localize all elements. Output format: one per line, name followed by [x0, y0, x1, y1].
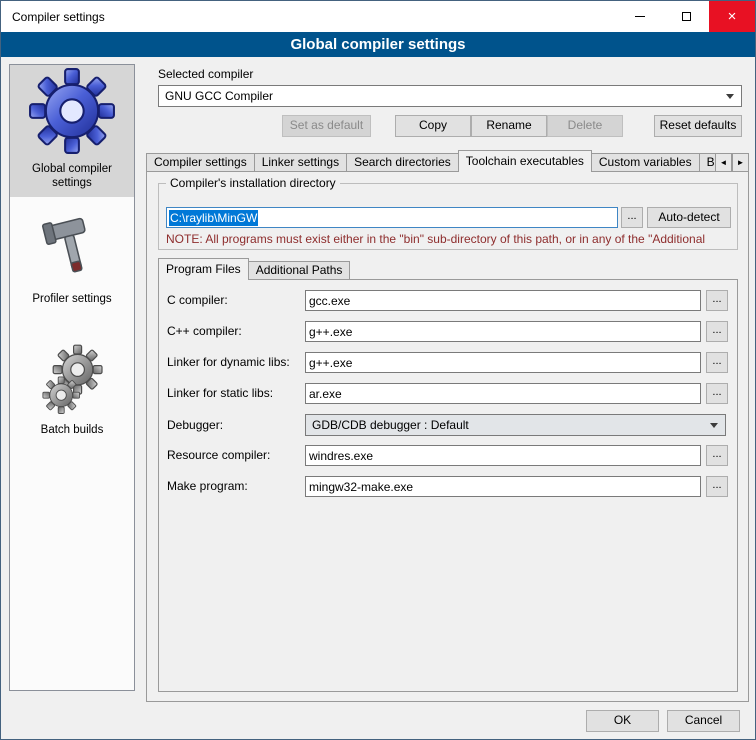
- ok-button[interactable]: OK: [586, 710, 659, 732]
- c-compiler-input[interactable]: [305, 290, 701, 311]
- sidebar-item-label: Batch builds: [12, 423, 132, 437]
- window-title: Compiler settings: [12, 10, 105, 24]
- sidebar-item-label: Profiler settings: [12, 292, 132, 306]
- installation-directory-input[interactable]: C:\raylib\MinGW: [166, 207, 618, 228]
- c-compiler-browse-button[interactable]: ...: [706, 290, 728, 311]
- chevron-down-icon: [726, 94, 734, 99]
- selected-path-text: C:\raylib\MinGW: [169, 210, 258, 226]
- compiler-settings-window: Compiler settings × Global compiler sett…: [0, 0, 756, 740]
- tab-compiler-settings[interactable]: Compiler settings: [146, 153, 255, 171]
- linker-static-browse-button[interactable]: ...: [706, 383, 728, 404]
- caption-buttons: ×: [617, 1, 755, 32]
- resource-compiler-label: Resource compiler:: [167, 448, 270, 462]
- selected-compiler-value: GNU GCC Compiler: [165, 89, 273, 103]
- reset-defaults-button[interactable]: Reset defaults: [654, 115, 742, 137]
- tab-scroll-right-icon[interactable]: ►: [732, 153, 749, 172]
- tab-program-files[interactable]: Program Files: [158, 258, 249, 280]
- chevron-down-icon: [710, 423, 718, 428]
- close-icon: ×: [728, 9, 737, 24]
- tab-scroll-left-icon[interactable]: ◄: [715, 153, 732, 172]
- set-as-default-button[interactable]: Set as default: [282, 115, 371, 137]
- copy-button[interactable]: Copy: [395, 115, 471, 137]
- linker-static-input[interactable]: [305, 383, 701, 404]
- linker-dynamic-browse-button[interactable]: ...: [706, 352, 728, 373]
- titlebar: Compiler settings ×: [1, 1, 755, 32]
- program-tabstrip: Program Files Additional Paths: [158, 258, 349, 280]
- sidebar-item-batch-builds[interactable]: Batch builds: [10, 340, 134, 443]
- browse-directory-button[interactable]: ...: [621, 207, 643, 228]
- close-button[interactable]: ×: [709, 1, 755, 32]
- banner-title: Global compiler settings: [1, 32, 755, 57]
- note-text: NOTE: All programs must exist either in …: [166, 232, 738, 246]
- debugger-dropdown[interactable]: GDB/CDB debugger : Default: [305, 414, 726, 436]
- settings-tabstrip: Compiler settings Linker settings Search…: [146, 150, 749, 172]
- make-program-label: Make program:: [167, 479, 248, 493]
- cpp-compiler-input[interactable]: [305, 321, 701, 342]
- delete-button[interactable]: Delete: [547, 115, 623, 137]
- cpp-compiler-label: C++ compiler:: [167, 324, 242, 338]
- auto-detect-button[interactable]: Auto-detect: [647, 207, 731, 228]
- blue-gear-icon: [28, 67, 116, 155]
- minimize-icon: [635, 16, 645, 17]
- sidebar: Global compiler settings Profiler settin…: [9, 64, 135, 691]
- selected-compiler-label: Selected compiler: [158, 67, 253, 81]
- sidebar-item-label: Global compiler settings: [12, 162, 132, 191]
- tab-linker-settings[interactable]: Linker settings: [254, 153, 347, 171]
- program-files-panel: C compiler: ... C++ compiler: ... Linker…: [158, 279, 738, 692]
- sidebar-item-global-compiler-settings[interactable]: Global compiler settings: [10, 65, 134, 197]
- rename-button[interactable]: Rename: [471, 115, 547, 137]
- c-compiler-label: C compiler:: [167, 293, 228, 307]
- hammer-icon: [39, 213, 105, 285]
- linker-dynamic-label: Linker for dynamic libs:: [167, 355, 290, 369]
- debugger-value: GDB/CDB debugger : Default: [312, 418, 469, 432]
- make-program-input[interactable]: [305, 476, 701, 497]
- tab-custom-variables[interactable]: Custom variables: [591, 153, 700, 171]
- tab-toolchain-executables[interactable]: Toolchain executables: [458, 150, 592, 172]
- maximize-button[interactable]: [663, 1, 709, 32]
- make-program-browse-button[interactable]: ...: [706, 476, 728, 497]
- cpp-compiler-browse-button[interactable]: ...: [706, 321, 728, 342]
- cancel-button[interactable]: Cancel: [667, 710, 740, 732]
- installation-directory-label: Compiler's installation directory: [166, 176, 340, 190]
- linker-dynamic-input[interactable]: [305, 352, 701, 373]
- debugger-label: Debugger:: [167, 418, 223, 432]
- tab-additional-paths[interactable]: Additional Paths: [248, 261, 351, 279]
- maximize-icon: [682, 12, 691, 21]
- selected-compiler-dropdown[interactable]: GNU GCC Compiler: [158, 85, 742, 107]
- tab-search-directories[interactable]: Search directories: [346, 153, 459, 171]
- linker-static-label: Linker for static libs:: [167, 386, 273, 400]
- resource-compiler-input[interactable]: [305, 445, 701, 466]
- minimize-button[interactable]: [617, 1, 663, 32]
- resource-compiler-browse-button[interactable]: ...: [706, 445, 728, 466]
- gray-gears-icon: [39, 344, 105, 416]
- sidebar-item-profiler-settings[interactable]: Profiler settings: [10, 209, 134, 312]
